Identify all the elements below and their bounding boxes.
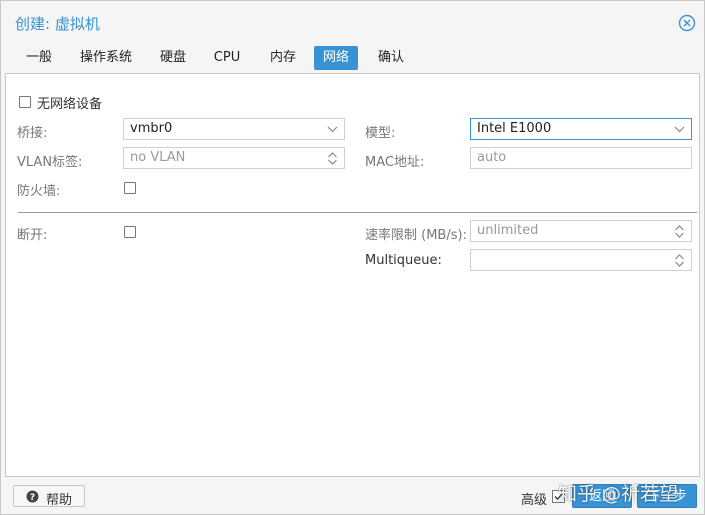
vlan-label: VLAN标签: bbox=[17, 155, 83, 170]
create-vm-dialog: 创建: 虚拟机 一般 操作系统 硬盘 CPU 内存 网络 确认 无网络设备 桥接… bbox=[0, 0, 705, 515]
mac-placeholder: auto bbox=[477, 150, 507, 165]
firewall-label: 防火墙: bbox=[17, 184, 61, 199]
model-value: Intel E1000 bbox=[477, 121, 552, 136]
rate-limit-placeholder: unlimited bbox=[477, 223, 539, 238]
chevron-down-icon[interactable] bbox=[327, 124, 338, 134]
bridge-select[interactable]: vmbr0 bbox=[123, 118, 345, 140]
title-bar: 创建: 虚拟机 bbox=[1, 1, 704, 43]
tab-disk[interactable]: 硬盘 bbox=[151, 46, 195, 70]
no-network-checkbox[interactable] bbox=[19, 96, 31, 108]
dialog-title: 创建: 虚拟机 bbox=[15, 15, 100, 33]
close-icon[interactable] bbox=[678, 14, 696, 32]
advanced-separator bbox=[18, 212, 697, 213]
spinner-icon[interactable] bbox=[674, 253, 685, 268]
tab-memory[interactable]: 内存 bbox=[261, 46, 305, 70]
vlan-placeholder: no VLAN bbox=[130, 150, 186, 165]
tab-general[interactable]: 一般 bbox=[15, 46, 63, 70]
firewall-checkbox[interactable] bbox=[124, 182, 136, 194]
tab-confirm[interactable]: 确认 bbox=[369, 46, 413, 70]
multiqueue-spinner[interactable] bbox=[470, 249, 692, 271]
help-button[interactable]: ? 帮助 bbox=[13, 485, 85, 508]
rate-limit-label: 速率限制 (MB/s): bbox=[365, 228, 467, 243]
spinner-icon[interactable] bbox=[674, 224, 685, 239]
network-form-panel: 无网络设备 桥接: vmbr0 VLAN标签: no VLAN 防火墙: 模型:… bbox=[5, 73, 700, 477]
chevron-down-icon[interactable] bbox=[674, 124, 685, 134]
disconnect-label: 断开: bbox=[17, 228, 48, 243]
disconnect-checkbox[interactable] bbox=[124, 226, 136, 238]
tab-cpu[interactable]: CPU bbox=[205, 46, 249, 70]
mac-input[interactable]: auto bbox=[470, 147, 692, 169]
advanced-label: 高级 bbox=[521, 493, 548, 508]
mac-label: MAC地址: bbox=[365, 155, 425, 170]
watermark-text: 知乎 @祈若望 bbox=[558, 483, 679, 505]
multiqueue-label: Multiqueue: bbox=[365, 253, 442, 268]
dialog-footer: ? 帮助 高级 返回 下一步 知乎 @祈若望 bbox=[1, 479, 704, 514]
svg-text:?: ? bbox=[30, 493, 35, 503]
vlan-spinner[interactable]: no VLAN bbox=[123, 147, 345, 169]
spinner-icon[interactable] bbox=[327, 151, 338, 166]
tab-network[interactable]: 网络 bbox=[314, 46, 358, 70]
bridge-label: 桥接: bbox=[17, 126, 48, 141]
no-network-label: 无网络设备 bbox=[37, 97, 103, 112]
model-label: 模型: bbox=[365, 126, 396, 141]
question-circle-icon: ? bbox=[26, 490, 39, 503]
bridge-value: vmbr0 bbox=[130, 121, 173, 136]
model-select[interactable]: Intel E1000 bbox=[470, 118, 692, 140]
help-label: 帮助 bbox=[46, 493, 73, 508]
rate-limit-spinner[interactable]: unlimited bbox=[470, 220, 692, 242]
tab-os[interactable]: 操作系统 bbox=[73, 46, 139, 70]
